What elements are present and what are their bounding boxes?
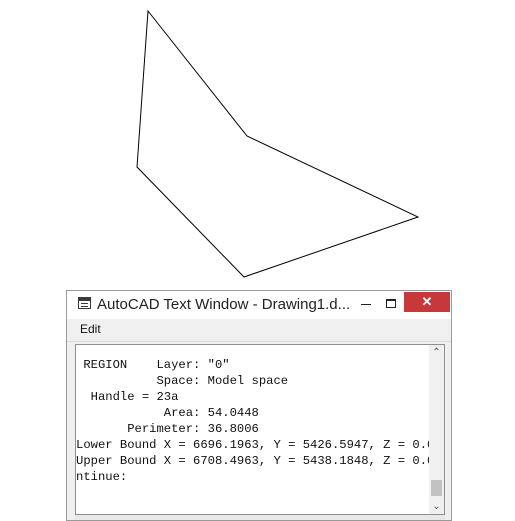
history-line: REGION Layer: "0" xyxy=(76,358,230,372)
history-line: Perimeter: 36.8006 xyxy=(76,422,259,436)
scroll-up-icon[interactable]: ⌃ xyxy=(429,345,444,360)
region-polygon[interactable] xyxy=(136,9,420,278)
minimize-icon xyxy=(361,304,371,305)
command-input-area[interactable] xyxy=(75,515,445,520)
menu-edit[interactable]: Edit xyxy=(80,322,101,336)
close-icon: ✕ xyxy=(421,294,433,309)
command-history[interactable]: REGION Layer: "0" Space: Model space Han… xyxy=(75,344,445,515)
maximize-icon xyxy=(386,299,396,308)
title-bar[interactable]: AutoCAD Text Window - Drawing1.d... ✕ xyxy=(67,291,451,319)
vertical-scrollbar[interactable]: ⌃ ⌄ xyxy=(429,345,444,514)
drawing-canvas[interactable] xyxy=(0,0,515,290)
history-line: Handle = 23a xyxy=(76,390,179,404)
text-window: AutoCAD Text Window - Drawing1.d... ✕ Ed… xyxy=(66,290,452,521)
history-line: Space: Model space xyxy=(76,374,289,388)
history-line: Area: 54.0448 xyxy=(76,406,259,420)
window-app-icon xyxy=(78,297,91,309)
history-line: Lower Bound X = 6696.1963, Y = 5426.5947… xyxy=(76,438,429,452)
window-title: AutoCAD Text Window - Drawing1.d... xyxy=(97,296,351,313)
history-line: Upper Bound X = 6708.4963, Y = 5438.1848… xyxy=(76,454,429,468)
minimize-button[interactable] xyxy=(355,293,377,315)
close-button[interactable]: ✕ xyxy=(404,292,450,312)
menu-bar: Edit xyxy=(67,319,451,342)
maximize-button[interactable] xyxy=(380,293,402,315)
history-line: ntinue: xyxy=(76,470,128,484)
scroll-down-icon[interactable]: ⌄ xyxy=(429,499,444,514)
scroll-thumb[interactable] xyxy=(431,480,442,496)
command-history-text: REGION Layer: "0" Space: Model space Han… xyxy=(76,345,429,514)
